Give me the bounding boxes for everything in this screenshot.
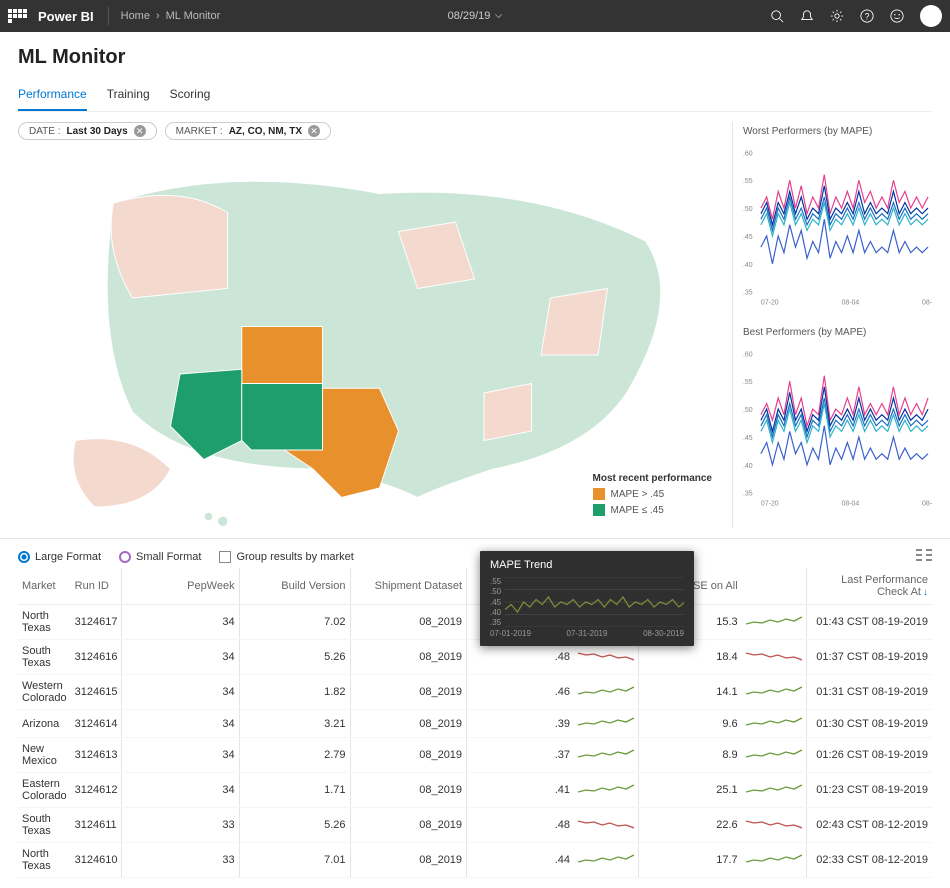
- svg-text:.40: .40: [743, 463, 753, 470]
- table-row[interactable]: Western Colorado 3124615 34 1.82 08_2019…: [18, 675, 932, 710]
- svg-text:08-19: 08-19: [922, 501, 932, 508]
- worst-performers-title: Worst Performers (by MAPE): [743, 126, 932, 137]
- performance-table[interactable]: Market Run ID PepWeek Build Version Ship…: [18, 568, 932, 878]
- table-controls: Large Format Small Format Group results …: [0, 538, 950, 568]
- gear-icon[interactable]: [830, 9, 844, 23]
- tab-performance[interactable]: Performance: [18, 79, 87, 111]
- table-row[interactable]: Arizona 3124614 34 3.21 08_2019 .39 9.6 …: [18, 710, 932, 738]
- breadcrumb: Home › ML Monitor: [121, 10, 221, 22]
- svg-text:08-04: 08-04: [841, 501, 859, 508]
- svg-text:.40: .40: [743, 262, 753, 269]
- svg-text:.55: .55: [743, 379, 753, 386]
- col-shipment[interactable]: Shipment Dataset: [350, 568, 467, 605]
- chevron-down-icon: [494, 13, 502, 19]
- top-nav-bar: Power BI Home › ML Monitor 08/29/19 ?: [0, 0, 950, 32]
- sort-desc-icon: ↓: [923, 587, 928, 598]
- svg-text:.50: .50: [743, 206, 753, 213]
- table-row[interactable]: North Texas 3124617 34 7.02 08_2019 .42 …: [18, 605, 932, 640]
- svg-text:.45: .45: [743, 234, 753, 241]
- svg-text:.45: .45: [743, 435, 753, 442]
- best-performers-chart[interactable]: .60 .55 .50 .45 .40 .35 07-20 08-04 08-19: [743, 342, 932, 512]
- search-icon[interactable]: [770, 9, 784, 23]
- col-runid[interactable]: Run ID: [71, 568, 122, 605]
- radio-large-format[interactable]: Large Format: [18, 551, 101, 563]
- us-map-visual[interactable]: Most recent performance MAPE > .45 MAPE …: [18, 146, 722, 526]
- radio-small-format[interactable]: Small Format: [119, 551, 201, 563]
- svg-text:.60: .60: [743, 351, 753, 358]
- report-tabs: Performance Training Scoring: [18, 79, 932, 112]
- col-market[interactable]: Market: [18, 568, 71, 605]
- table-row[interactable]: North Texas 3124610 33 7.01 08_2019 .44 …: [18, 843, 932, 878]
- tab-scoring[interactable]: Scoring: [170, 79, 211, 111]
- user-avatar[interactable]: [920, 5, 942, 27]
- worst-performers-chart[interactable]: .60 .55 .50 .45 .40 .35 07-20 08-04 08-19: [743, 141, 932, 311]
- svg-text:07-20: 07-20: [761, 300, 779, 307]
- app-launcher-icon[interactable]: [8, 9, 28, 23]
- page-title: ML Monitor: [18, 46, 932, 69]
- clear-filter-icon[interactable]: ✕: [134, 125, 146, 137]
- col-mse-spark[interactable]: [742, 568, 807, 605]
- table-row[interactable]: South Texas 3124611 33 5.26 08_2019 .48 …: [18, 808, 932, 843]
- notification-icon[interactable]: [800, 9, 814, 23]
- col-pepweek[interactable]: PepWeek: [122, 568, 239, 605]
- table-row[interactable]: Eastern Colorado 3124612 34 1.71 08_2019…: [18, 773, 932, 808]
- svg-text:.50: .50: [743, 407, 753, 414]
- help-icon[interactable]: ?: [860, 9, 874, 23]
- svg-text:08-19: 08-19: [922, 300, 932, 307]
- brand-label: Power BI: [38, 9, 94, 24]
- svg-text:.60: .60: [743, 150, 753, 157]
- svg-text:07-20: 07-20: [761, 501, 779, 508]
- svg-text:08-04: 08-04: [841, 300, 859, 307]
- feedback-icon[interactable]: [890, 9, 904, 23]
- svg-text:.55: .55: [743, 178, 753, 185]
- filter-chip-market[interactable]: MARKET :AZ, CO, NM, TX ✕: [165, 122, 331, 140]
- map-legend: Most recent performance MAPE > .45 MAPE …: [593, 473, 712, 516]
- header-date-picker[interactable]: 08/29/19: [448, 10, 503, 22]
- checkbox-group-by-market[interactable]: Group results by market: [219, 551, 353, 563]
- svg-text:?: ?: [865, 12, 870, 22]
- tooltip-sparkline: [505, 577, 684, 627]
- breadcrumb-current: ML Monitor: [166, 10, 221, 22]
- table-row[interactable]: New Mexico 3124613 34 2.79 08_2019 .37 8…: [18, 738, 932, 773]
- filter-chip-date[interactable]: DATE :Last 30 Days ✕: [18, 122, 157, 140]
- table-row[interactable]: South Texas 3124616 34 5.26 08_2019 .48 …: [18, 640, 932, 675]
- best-performers-title: Best Performers (by MAPE): [743, 327, 932, 338]
- col-last-check[interactable]: Last Performance Check At↓: [806, 568, 932, 605]
- svg-text:.35: .35: [743, 290, 753, 297]
- mape-trend-tooltip: MAPE Trend .55 .50 .45 .40 .35 07-01-201…: [480, 551, 694, 646]
- col-build[interactable]: Build Version: [239, 568, 350, 605]
- svg-text:.35: .35: [743, 491, 753, 498]
- clear-filter-icon[interactable]: ✕: [308, 125, 320, 137]
- table-view-toggle-icon[interactable]: [916, 549, 932, 564]
- breadcrumb-home[interactable]: Home: [121, 10, 150, 22]
- tab-training[interactable]: Training: [107, 79, 150, 111]
- breadcrumb-sep: ›: [156, 10, 160, 22]
